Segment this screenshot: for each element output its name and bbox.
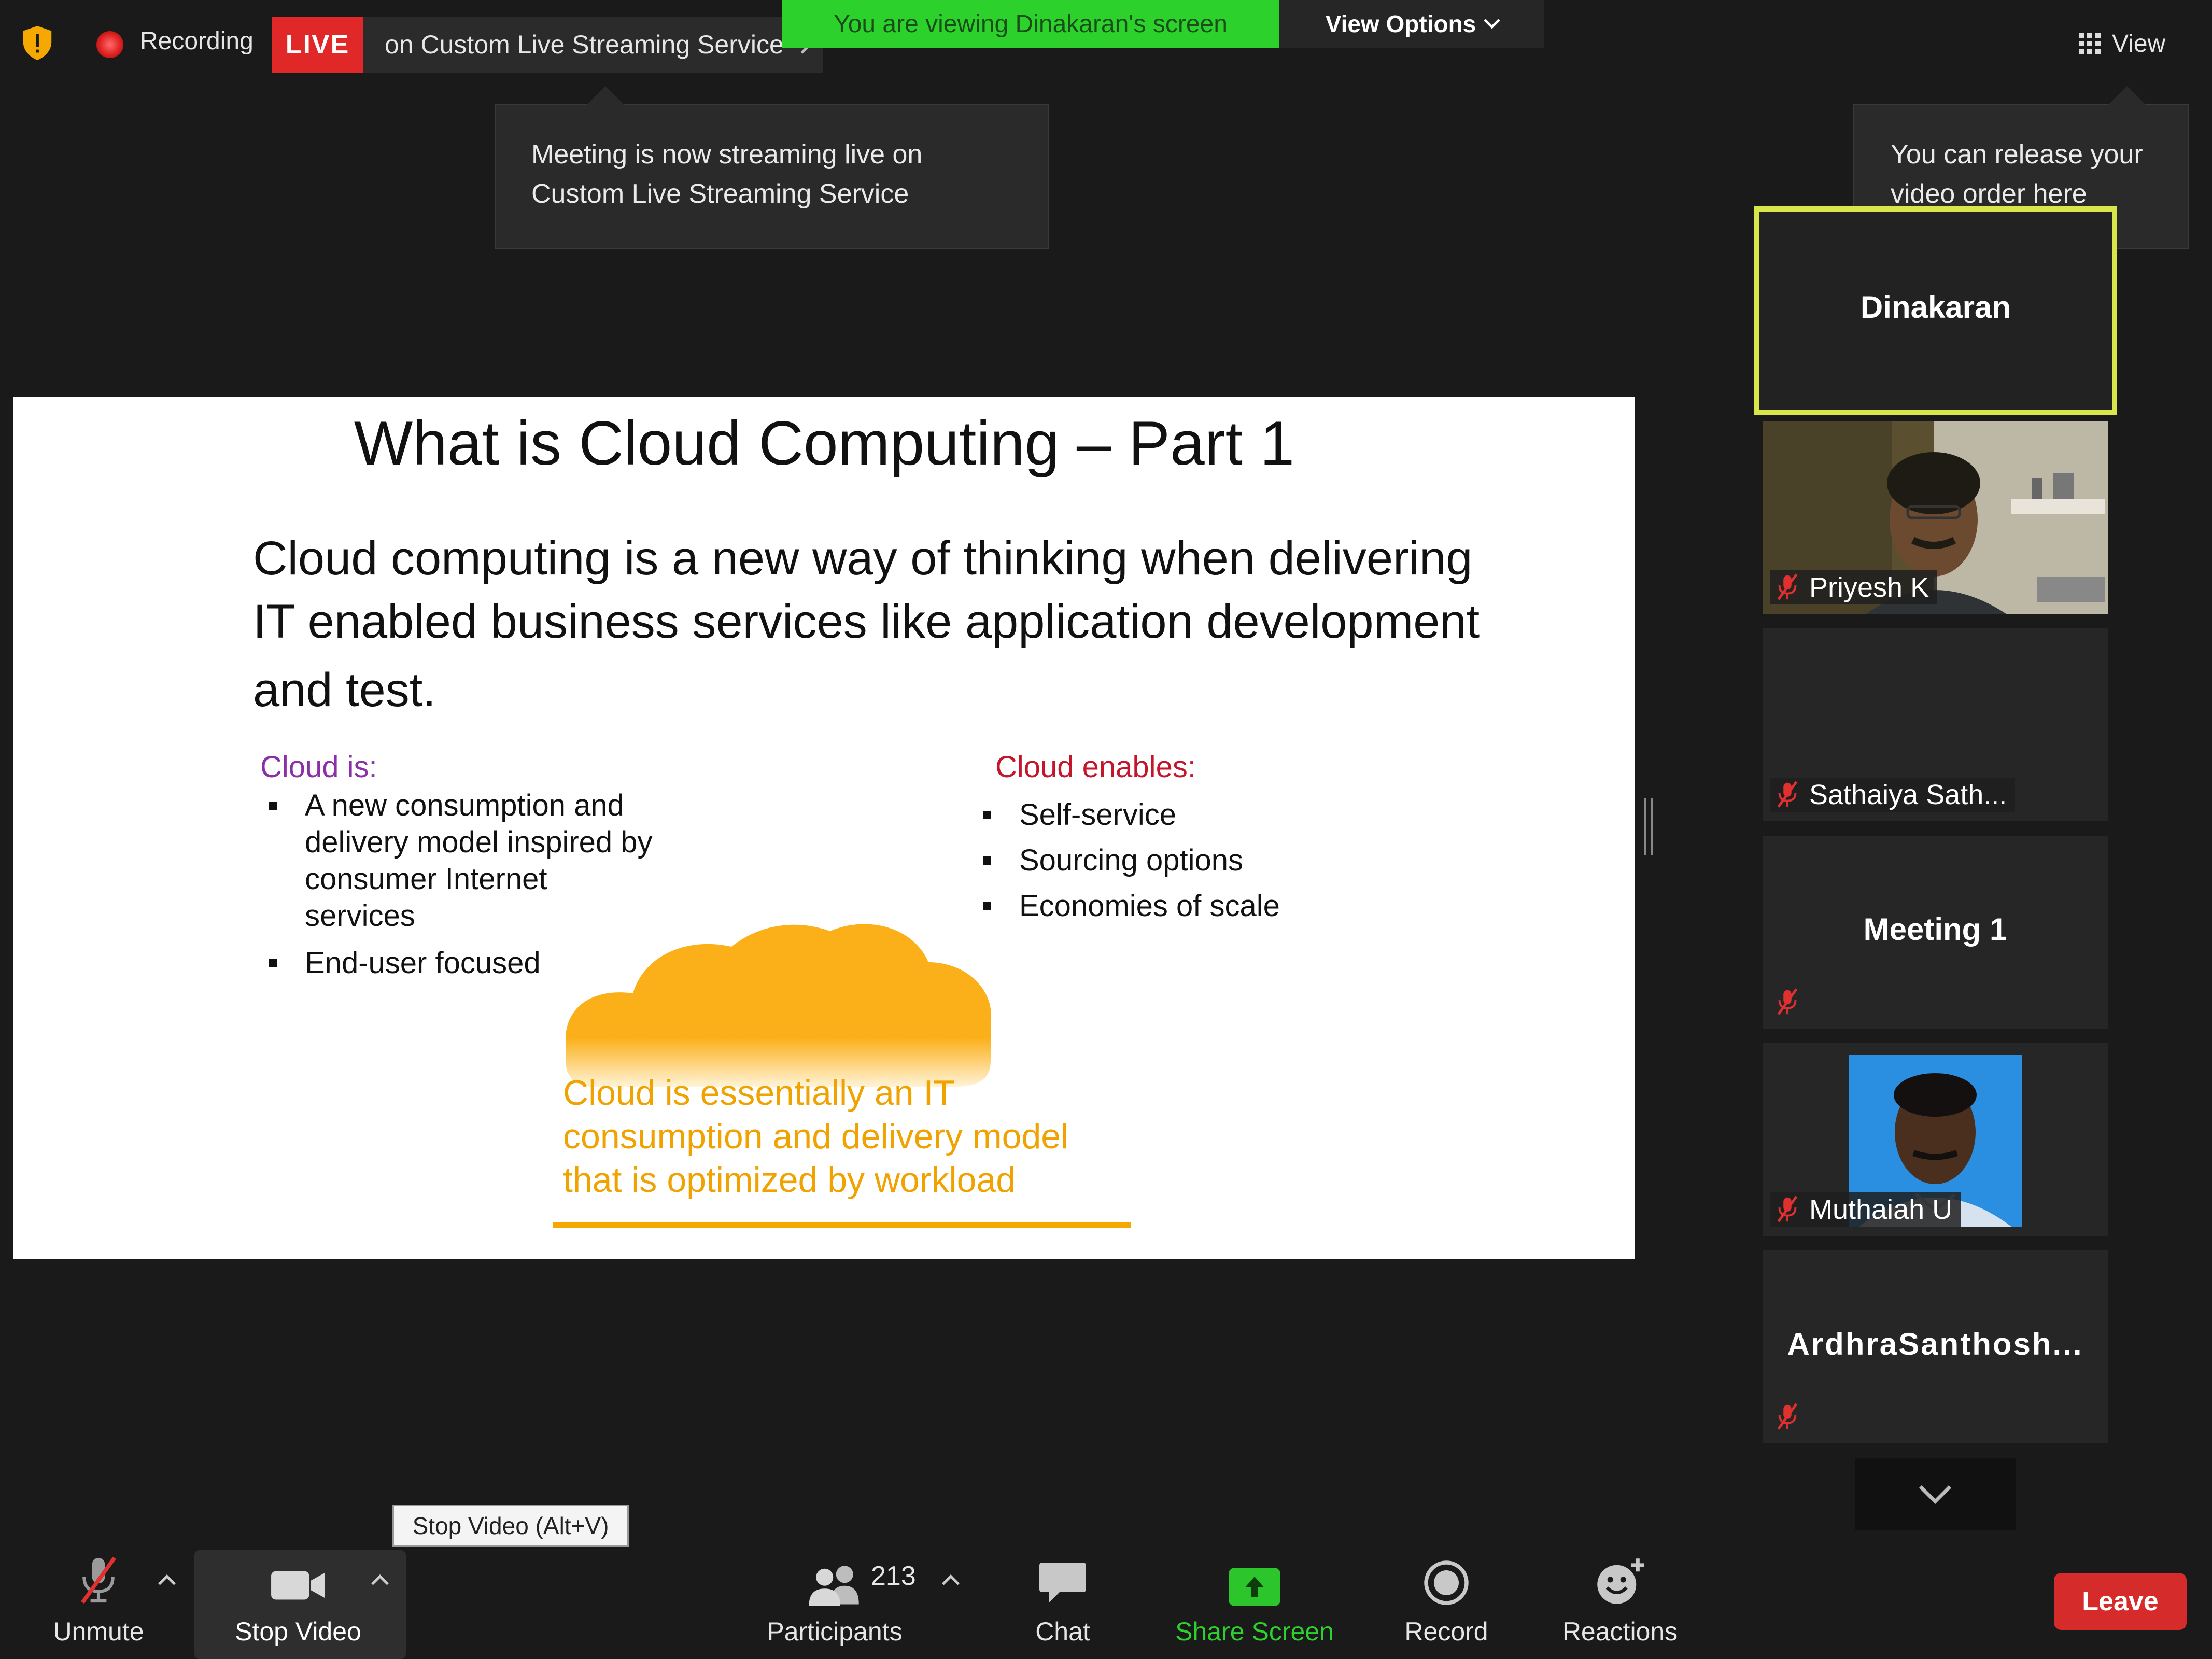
share-screen-icon [1229, 1568, 1280, 1606]
reactions-label: Reactions [1562, 1617, 1678, 1646]
mic-muted-icon [1777, 988, 1798, 1015]
reactions-button[interactable]: Reactions [1550, 1545, 1690, 1659]
mic-muted-icon [1777, 781, 1798, 808]
participant-name-tag: Priyesh K [1770, 570, 1938, 604]
cloud-caption-line: consumption and delivery model [563, 1117, 1069, 1156]
participant-tile[interactable]: ArdhraSanthosh... [1763, 1250, 2108, 1443]
participant-name: Dinakaran [1860, 290, 2011, 325]
participant-name: Muthaiah U [1809, 1194, 1953, 1225]
video-camera-icon [271, 1571, 325, 1600]
cloud-caption-line: Cloud is essentially an IT [563, 1073, 955, 1113]
tooltip-line: Meeting is now streaming live on [531, 139, 923, 170]
live-service-menu[interactable]: on Custom Live Streaming Service [363, 17, 823, 73]
slide-body-line: and test. [253, 664, 436, 716]
reactions-smiley-icon [1597, 1558, 1644, 1604]
stop-video-label: Stop Video [235, 1617, 361, 1646]
live-service-label: on Custom Live Streaming Service [385, 30, 784, 59]
microphone-muted-icon [81, 1556, 116, 1604]
participant-tile[interactable]: Muthaiah U [1763, 1043, 2108, 1236]
cloud-enables-heading: Cloud enables: [995, 750, 1196, 784]
record-label: Record [1404, 1617, 1488, 1646]
list-item: A new consumption and delivery model ins… [269, 787, 663, 934]
view-layout-button[interactable]: View [2079, 23, 2165, 64]
cloud-caption-line: that is optimized by workload [563, 1160, 1016, 1200]
share-screen-label: Share Screen [1175, 1617, 1334, 1646]
chevron-down-icon [1484, 12, 1500, 29]
security-shield-icon[interactable] [21, 25, 54, 61]
streaming-live-tooltip: Meeting is now streaming live on Custom … [495, 86, 1049, 249]
cloud-enables-list: Self-service Sourcing options Economies … [983, 796, 1449, 933]
participant-tile[interactable]: Sathaiya Sath... [1763, 628, 2108, 821]
recording-dot-icon [96, 31, 123, 58]
chevron-down-icon [1919, 1471, 1952, 1505]
tooltip-line: Custom Live Streaming Service [531, 179, 909, 209]
cloud-underline [553, 1222, 1131, 1228]
participant-name-tag [1770, 985, 1809, 1019]
gallery-scroll-down-button[interactable] [1855, 1458, 2016, 1530]
cloud-is-heading: Cloud is: [260, 750, 377, 784]
slide-body-line: Cloud computing is a new way of thinking… [253, 532, 1473, 585]
leave-meeting-button[interactable]: Leave [2054, 1573, 2187, 1630]
participant-name: Sathaiya Sath... [1809, 779, 2007, 810]
participant-name: Priyesh K [1809, 572, 1929, 603]
participants-label: Participants [767, 1617, 903, 1646]
tooltip-line: You can release your [1891, 139, 2143, 170]
participant-count: 213 [871, 1561, 916, 1591]
stop-video-tooltip: Stop Video (Alt+V) [392, 1505, 629, 1547]
live-badge: LIVE [272, 17, 363, 73]
participant-name-tag [1770, 1400, 1809, 1434]
participant-tile-active-speaker[interactable]: Dinakaran [1754, 206, 2117, 415]
audio-options-caret-icon[interactable] [158, 1574, 176, 1592]
split-resize-handle[interactable] [1644, 798, 1653, 855]
participant-tile[interactable]: Priyesh K [1763, 421, 2108, 614]
view-layout-label: View [2112, 30, 2166, 58]
slide-title: What is Cloud Computing – Part 1 [354, 409, 1295, 478]
shared-screen-slide: What is Cloud Computing – Part 1 Cloud c… [13, 397, 1635, 1259]
participant-tile[interactable]: Meeting 1 [1763, 836, 2108, 1029]
mic-muted-icon [1777, 573, 1798, 600]
grid-view-icon [2079, 33, 2101, 54]
stop-video-button[interactable]: Stop Video [223, 1545, 373, 1659]
slide-body-text: Cloud computing is a new way of thinking… [253, 527, 1523, 722]
participants-icon [809, 1566, 859, 1606]
unmute-button[interactable]: Unmute [47, 1545, 150, 1659]
record-button[interactable]: Record [1389, 1545, 1503, 1659]
unmute-label: Unmute [53, 1617, 144, 1646]
participant-name: ArdhraSanthosh... [1787, 1327, 2083, 1361]
list-item: Self-service [983, 796, 1449, 833]
mic-muted-icon [1777, 1403, 1798, 1430]
mic-muted-icon [1777, 1196, 1798, 1222]
share-screen-button[interactable]: Share Screen [1161, 1545, 1348, 1659]
list-item: Sourcing options [983, 842, 1449, 879]
view-options-button[interactable]: View Options [1279, 0, 1544, 48]
chat-label: Chat [1035, 1617, 1090, 1646]
slide-body-line: IT enabled business services like applic… [253, 595, 1480, 648]
view-options-label: View Options [1325, 10, 1476, 37]
viewing-screen-banner: You are viewing Dinakaran's screen [782, 0, 1279, 48]
participant-name-tag: Sathaiya Sath... [1770, 778, 2016, 812]
cloud-caption: Cloud is essentially an IT consumption a… [563, 1071, 1133, 1202]
recording-label: Recording [140, 27, 253, 55]
chat-bubble-icon [1039, 1563, 1086, 1603]
chat-button[interactable]: Chat [1006, 1545, 1120, 1659]
record-icon [1424, 1560, 1469, 1605]
participants-options-caret-icon[interactable] [942, 1574, 960, 1592]
participant-name-tag: Muthaiah U [1770, 1192, 1961, 1227]
participant-name: Meeting 1 [1863, 912, 2007, 947]
